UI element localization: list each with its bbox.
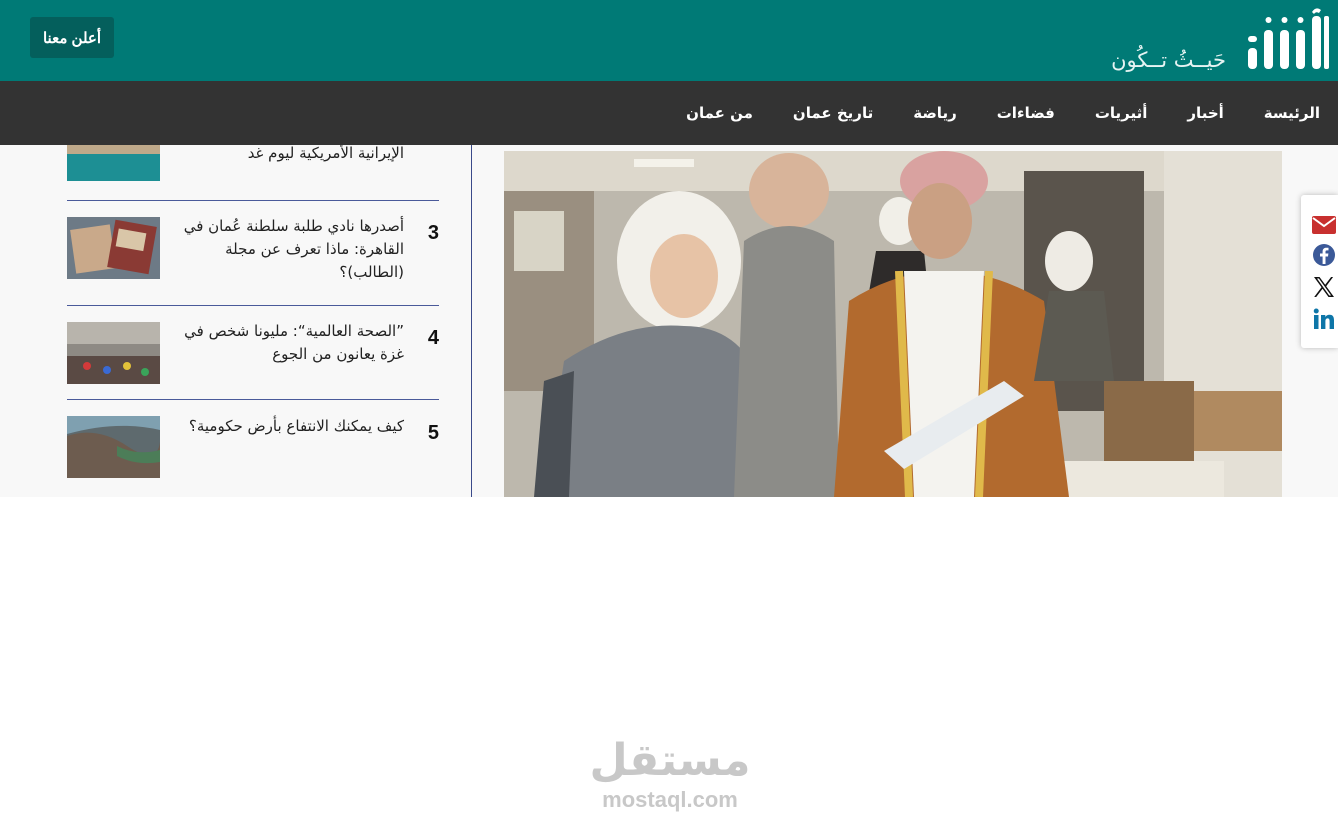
nav-item-oman-history[interactable]: تاريخ عمان bbox=[793, 104, 873, 122]
list-item-number: 3 bbox=[427, 222, 439, 244]
thumbnail-image-icon bbox=[67, 145, 160, 181]
advertise-button[interactable]: أعلن معنا bbox=[30, 17, 114, 58]
list-separator bbox=[67, 399, 439, 400]
x-icon[interactable] bbox=[1311, 275, 1337, 299]
site-logo[interactable]: حَيــثُ تــكُون bbox=[1100, 6, 1330, 72]
logo-mark-icon bbox=[1248, 8, 1329, 69]
logo-tagline: حَيــثُ تــكُون bbox=[1111, 48, 1226, 72]
nav-item-spaces[interactable]: فضاءات bbox=[997, 104, 1055, 122]
column-divider bbox=[471, 145, 472, 497]
linkedin-icon[interactable] bbox=[1311, 307, 1337, 331]
thumbnail-image-icon bbox=[67, 217, 160, 279]
list-item-title[interactable]: الإيرانية الأمريكية ليوم غد bbox=[179, 145, 404, 188]
main-nav: الرئيسة أخبار أثيريات فضاءات رياضة تاريخ… bbox=[0, 81, 1338, 145]
list-item-number: 5 bbox=[427, 422, 439, 444]
nav-item-news[interactable]: أخبار bbox=[1187, 104, 1223, 122]
list-item-number: 4 bbox=[427, 327, 439, 349]
list-item[interactable]: الإيرانية الأمريكية ليوم غد bbox=[67, 145, 439, 189]
nav-item-sports[interactable]: رياضة bbox=[913, 104, 957, 122]
envelope-icon[interactable] bbox=[1311, 213, 1337, 237]
thumbnail-image-icon bbox=[67, 322, 160, 384]
nav-item-home[interactable]: الرئيسة bbox=[1264, 104, 1320, 122]
list-separator bbox=[67, 200, 439, 201]
list-item[interactable]: 3 أصدرها نادي طلبة سلطنة عُمان في القاهر… bbox=[67, 215, 439, 290]
list-item[interactable]: 5 كيف يمكنك الانتفاع بأرض حكومية؟ bbox=[67, 415, 439, 485]
content-area: الإيرانية الأمريكية ليوم غد 3 أصدرها ناد… bbox=[0, 145, 1338, 497]
list-item-thumbnail[interactable] bbox=[67, 322, 160, 384]
list-item-thumbnail[interactable] bbox=[67, 145, 160, 181]
hero-photo-icon bbox=[504, 151, 1282, 497]
list-item-title[interactable]: ”الصحة العالمية“: مليونا شخص في غزة يعان… bbox=[179, 320, 404, 366]
watermark-arabic: مستقل bbox=[589, 735, 751, 786]
list-item-title[interactable]: أصدرها نادي طلبة سلطنة عُمان في القاهرة:… bbox=[179, 215, 404, 284]
list-item-thumbnail[interactable] bbox=[67, 217, 160, 279]
watermark-latin: mostaql.com bbox=[602, 787, 738, 812]
nav-item-atheeriyat[interactable]: أثيريات bbox=[1095, 104, 1148, 122]
facebook-icon[interactable] bbox=[1311, 243, 1337, 267]
nav-item-from-oman[interactable]: من عمان bbox=[686, 104, 753, 122]
watermark: مستقل mostaql.com bbox=[560, 735, 780, 825]
list-item-thumbnail[interactable] bbox=[67, 416, 160, 478]
site-header: أعلن معنا حَيــثُ تــكُون bbox=[0, 0, 1338, 81]
thumbnail-image-icon bbox=[67, 416, 160, 478]
article-hero-image[interactable] bbox=[504, 151, 1282, 497]
list-item[interactable]: 4 ”الصحة العالمية“: مليونا شخص في غزة يع… bbox=[67, 320, 439, 390]
share-bar bbox=[1301, 195, 1338, 348]
list-separator bbox=[67, 305, 439, 306]
list-item-title[interactable]: كيف يمكنك الانتفاع بأرض حكومية؟ bbox=[179, 415, 404, 438]
